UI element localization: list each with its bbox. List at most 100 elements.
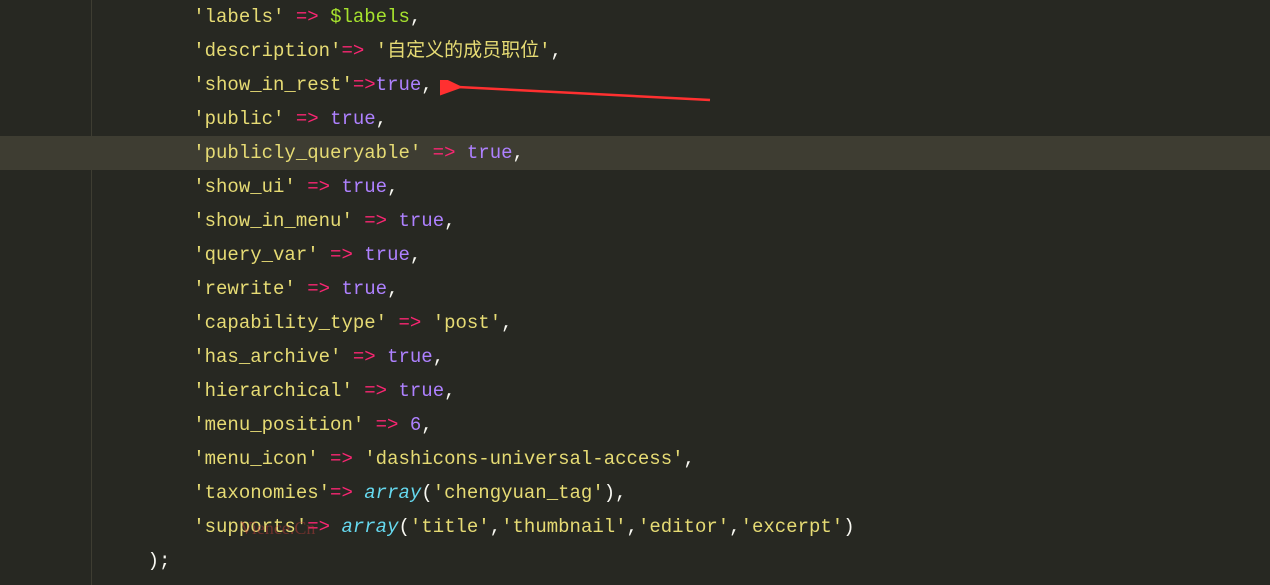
token-punct xyxy=(364,414,375,436)
token-punct xyxy=(455,142,466,164)
token-string: 'description' xyxy=(193,40,341,62)
code-editor[interactable]: 'labels' => $labels, 'description'=> '自定… xyxy=(0,0,1270,578)
token-punct: , xyxy=(376,108,387,130)
token-operator: => xyxy=(296,6,319,28)
code-line[interactable]: 'show_in_menu' => true, xyxy=(102,204,1270,238)
token-keyword: true xyxy=(398,210,444,232)
token-punct: , xyxy=(387,278,398,300)
token-string: 'show_in_menu' xyxy=(193,210,353,232)
token-string: 'title' xyxy=(410,516,490,538)
token-punct: , xyxy=(410,244,421,266)
token-punct: , xyxy=(627,516,638,538)
token-keyword: true xyxy=(387,346,433,368)
token-punct xyxy=(319,108,330,130)
token-func: array xyxy=(364,482,421,504)
code-line[interactable]: 'supports'=> array('title','thumbnail','… xyxy=(102,510,1270,544)
token-paren: ( xyxy=(398,516,409,538)
token-punct xyxy=(319,448,330,470)
token-punct xyxy=(421,142,432,164)
token-punct: , xyxy=(684,448,695,470)
token-string: 'public' xyxy=(193,108,284,130)
code-line[interactable]: 'rewrite' => true, xyxy=(102,272,1270,306)
token-paren: ) xyxy=(604,482,615,504)
token-punct xyxy=(364,40,375,62)
token-punct xyxy=(353,244,364,266)
token-punct xyxy=(330,176,341,198)
token-punct: , xyxy=(387,176,398,198)
token-keyword: true xyxy=(467,142,513,164)
code-line[interactable]: 'taxonomies'=> array('chengyuan_tag'), xyxy=(102,476,1270,510)
code-line[interactable]: 'show_ui' => true, xyxy=(102,170,1270,204)
token-punct xyxy=(319,244,330,266)
token-punct xyxy=(376,346,387,368)
code-line[interactable]: 'description'=> '自定义的成员职位', xyxy=(102,34,1270,68)
token-string: 'chengyuan_tag' xyxy=(433,482,604,504)
code-line[interactable]: 'menu_position' => 6, xyxy=(102,408,1270,442)
token-string: 'post' xyxy=(433,312,501,334)
token-paren: ( xyxy=(421,482,432,504)
token-string: 'taxonomies' xyxy=(193,482,330,504)
code-line[interactable]: 'labels' => $labels, xyxy=(102,0,1270,34)
token-punct: , xyxy=(550,40,561,62)
token-punct xyxy=(353,210,364,232)
token-keyword: true xyxy=(341,176,387,198)
code-line[interactable]: 'show_in_rest'=>true, xyxy=(102,68,1270,102)
token-string: 'menu_position' xyxy=(193,414,364,436)
token-punct xyxy=(284,108,295,130)
token-punct xyxy=(387,210,398,232)
token-string: 'capability_type' xyxy=(193,312,387,334)
token-punct xyxy=(353,380,364,402)
token-punct xyxy=(387,312,398,334)
code-line[interactable]: ); xyxy=(102,544,1270,578)
token-string: 'menu_icon' xyxy=(193,448,318,470)
token-operator: => xyxy=(330,448,353,470)
code-line[interactable]: 'hierarchical' => true, xyxy=(102,374,1270,408)
token-number: 6 xyxy=(410,414,421,436)
token-keyword: true xyxy=(376,74,422,96)
code-line[interactable]: 'capability_type' => 'post', xyxy=(102,306,1270,340)
token-string: 'dashicons-universal-access' xyxy=(364,448,683,470)
token-keyword: true xyxy=(398,380,444,402)
token-operator: => xyxy=(330,482,353,504)
token-operator: => xyxy=(364,380,387,402)
token-operator: => xyxy=(296,108,319,130)
token-operator: => xyxy=(364,210,387,232)
token-operator: => xyxy=(307,176,330,198)
token-punct xyxy=(353,448,364,470)
token-operator: => xyxy=(433,142,456,164)
token-operator: => xyxy=(341,40,364,62)
token-operator: => xyxy=(330,244,353,266)
code-line[interactable]: 'query_var' => true, xyxy=(102,238,1270,272)
code-line[interactable]: 'public' => true, xyxy=(102,102,1270,136)
token-punct: , xyxy=(433,346,444,368)
token-punct: , xyxy=(615,482,626,504)
token-keyword: true xyxy=(330,108,376,130)
token-paren: ) xyxy=(148,550,159,572)
token-string: 'has_archive' xyxy=(193,346,341,368)
token-operator: => xyxy=(307,278,330,300)
token-punct: , xyxy=(513,142,524,164)
token-string: '自定义的成员职位' xyxy=(376,40,551,62)
token-string: 'thumbnail' xyxy=(501,516,626,538)
token-string: 'rewrite' xyxy=(193,278,296,300)
token-operator: => xyxy=(398,312,421,334)
token-string: 'editor' xyxy=(638,516,729,538)
token-punct xyxy=(330,516,341,538)
token-punct xyxy=(387,380,398,402)
token-punct xyxy=(421,312,432,334)
token-string: 'query_var' xyxy=(193,244,318,266)
token-keyword: true xyxy=(341,278,387,300)
code-line[interactable]: 'has_archive' => true, xyxy=(102,340,1270,374)
token-operator: => xyxy=(353,346,376,368)
token-punct: , xyxy=(501,312,512,334)
token-punct: , xyxy=(444,210,455,232)
code-line[interactable]: 'publicly_queryable' => true, xyxy=(0,136,1270,170)
token-punct: ; xyxy=(159,550,170,572)
token-string: 'labels' xyxy=(193,6,284,28)
token-operator: => xyxy=(353,74,376,96)
token-punct xyxy=(296,278,307,300)
token-string: 'supports' xyxy=(193,516,307,538)
token-punct: , xyxy=(410,6,421,28)
token-punct xyxy=(284,6,295,28)
code-line[interactable]: 'menu_icon' => 'dashicons-universal-acce… xyxy=(102,442,1270,476)
